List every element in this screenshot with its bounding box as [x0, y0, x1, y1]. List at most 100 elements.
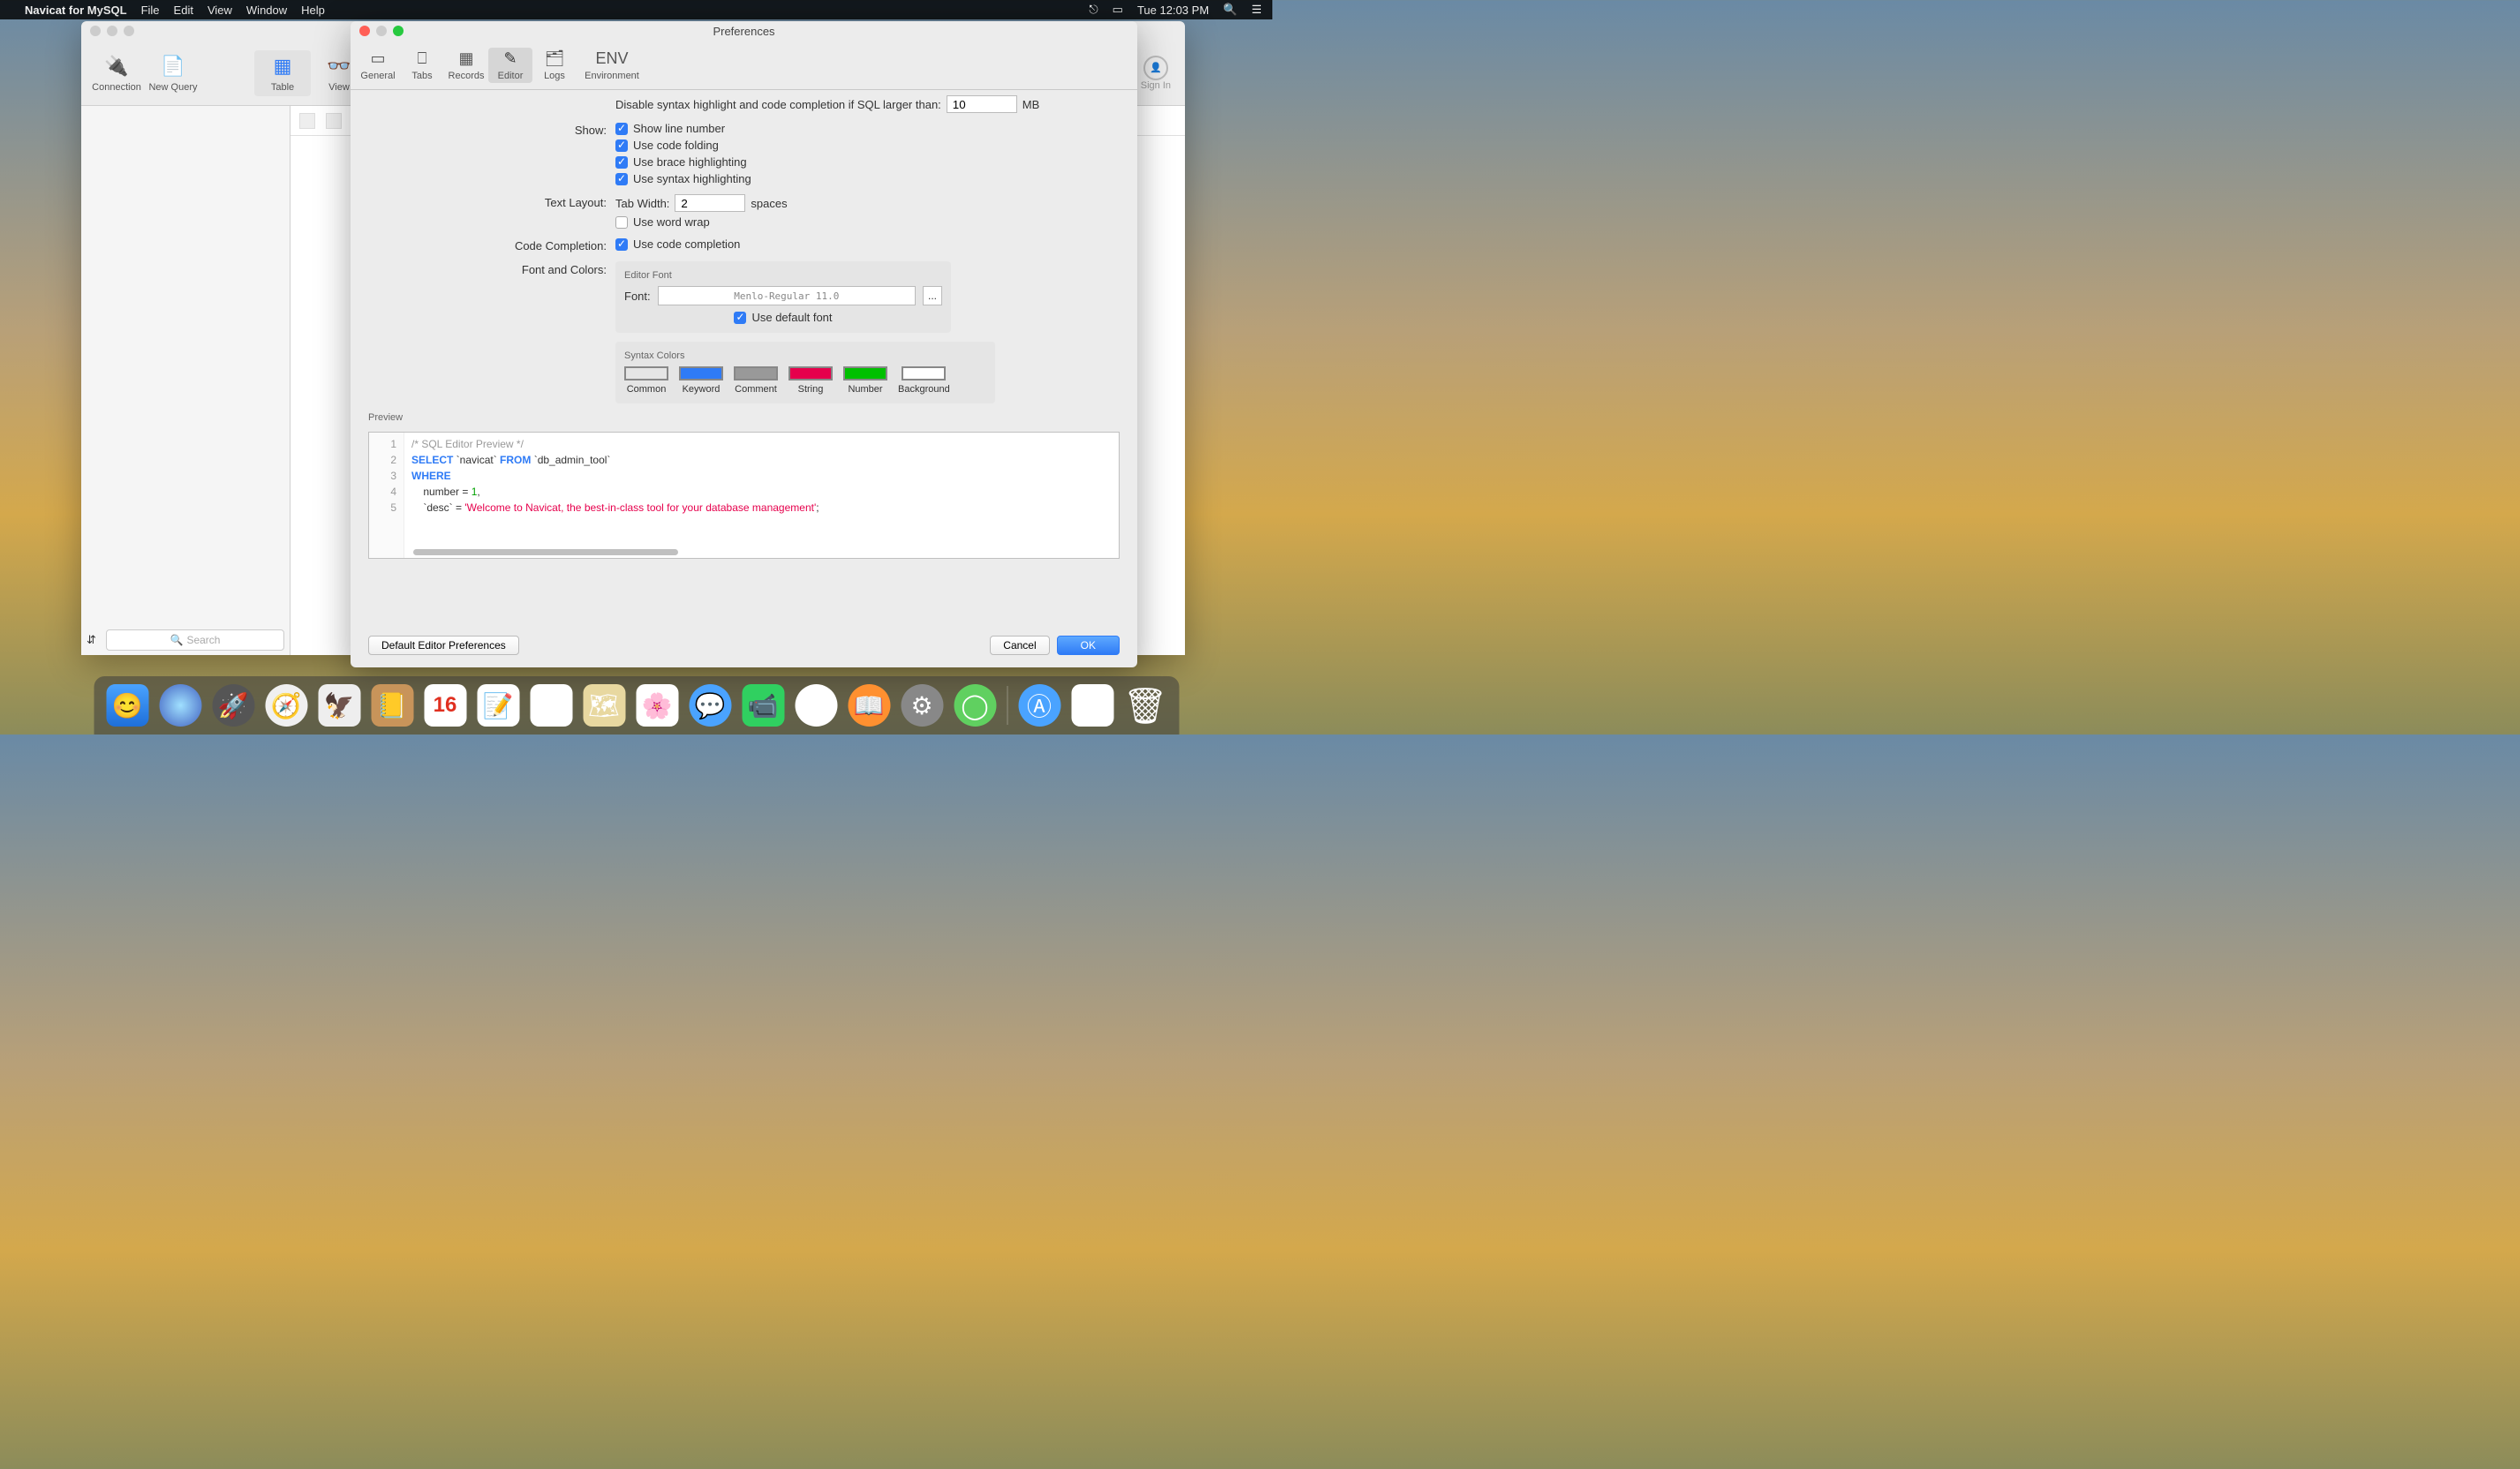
view-label: View [328, 82, 350, 93]
brace-highlight-checkbox[interactable] [615, 156, 628, 169]
checkbox-label: Use code completion [633, 237, 740, 251]
show-line-number-checkbox[interactable] [615, 123, 628, 135]
new-query-button[interactable]: 📄 New Query [145, 54, 201, 93]
font-picker-button[interactable]: ... [923, 286, 942, 305]
dock-finder-icon[interactable]: 😊 [106, 684, 148, 727]
dock-itunes-icon[interactable]: ♫ [795, 684, 837, 727]
clock[interactable]: Tue 12:03 PM [1137, 4, 1209, 17]
dock-launchpad-icon[interactable]: 🚀 [212, 684, 254, 727]
swatch-label: Common [627, 384, 667, 395]
code-folding-checkbox[interactable] [615, 139, 628, 152]
dock-safari-icon[interactable]: 🧭 [265, 684, 307, 727]
table-button[interactable]: ▦ Table [254, 50, 311, 96]
preferences-window: Preferences ▭General ⎕Tabs ▦Records ✎Edi… [351, 21, 1137, 667]
horizontal-scrollbar[interactable] [413, 549, 678, 555]
menu-help[interactable]: Help [301, 4, 325, 17]
pref-titlebar: Preferences [351, 21, 1137, 41]
minimize-icon[interactable] [107, 26, 117, 36]
swatch-label: Number [848, 384, 882, 395]
dock-calendar-icon[interactable]: 16 [424, 684, 466, 727]
dock-siri-icon[interactable] [159, 684, 201, 727]
dock-mail-icon[interactable]: 🦅 [318, 684, 360, 727]
sql-size-input[interactable] [947, 95, 1017, 113]
dock-contacts-icon[interactable]: 📒 [371, 684, 413, 727]
word-wrap-checkbox[interactable] [615, 216, 628, 229]
connection-button[interactable]: 🔌 Connection [88, 54, 145, 93]
zoom-icon[interactable] [393, 26, 404, 36]
dock: 😊 🚀 🧭 🦅 📒 16 📝 ☑ 🗺 🌸 💬 📹 ♫ 📖 ⚙ ◯ Ⓐ 🗑 [94, 676, 1179, 734]
table-label: Table [271, 82, 294, 93]
font-label: Font: [624, 290, 651, 303]
dock-sysprefs-icon[interactable]: ⚙ [901, 684, 943, 727]
tab-general[interactable]: ▭General [356, 48, 400, 83]
status-icon[interactable]: ⎋ [1089, 3, 1098, 17]
background-color-swatch[interactable] [902, 366, 946, 380]
tab-label: Logs [544, 71, 565, 81]
pref-title: Preferences [713, 25, 774, 38]
dock-trash-icon[interactable]: 🗑 [1124, 684, 1166, 727]
spotlight-icon[interactable]: 🔍 [1223, 3, 1237, 17]
cancel-button[interactable]: Cancel [990, 636, 1049, 655]
close-icon[interactable] [359, 26, 370, 36]
dock-reminders-icon[interactable]: ☑ [530, 684, 572, 727]
search-input[interactable]: 🔍 Search [106, 629, 284, 651]
menubar: Navicat for MySQL File Edit View Window … [0, 0, 1272, 19]
font-display: Menlo-Regular 11.0 [658, 286, 916, 305]
env-icon: ENV [600, 49, 623, 69]
connection-label: Connection [92, 82, 141, 93]
disable-label: Disable syntax highlight and code comple… [615, 98, 941, 111]
menu-window[interactable]: Window [246, 4, 287, 17]
swatch-label: Comment [735, 384, 777, 395]
dock-document-icon[interactable] [1071, 684, 1113, 727]
swatch-label: Background [898, 384, 950, 395]
dock-messages-icon[interactable]: 💬 [689, 684, 731, 727]
close-icon[interactable] [90, 26, 101, 36]
dock-navicat-icon[interactable]: ◯ [954, 684, 996, 727]
line-numbers: 12345 [369, 433, 404, 558]
tab-tabs[interactable]: ⎕Tabs [400, 48, 444, 83]
dock-maps-icon[interactable]: 🗺 [583, 684, 625, 727]
string-color-swatch[interactable] [788, 366, 833, 380]
tab-logs[interactable]: 🗂Logs [532, 48, 577, 83]
group-title: Syntax Colors [624, 350, 986, 361]
sign-in-label: Sign In [1141, 80, 1171, 91]
filter-icon[interactable]: ⇵ [87, 633, 101, 647]
list-icon[interactable] [326, 113, 342, 129]
show-label: Show: [368, 122, 615, 137]
syntax-colors-group: Syntax Colors Common Keyword Comment Str… [615, 342, 995, 403]
zoom-icon[interactable] [124, 26, 134, 36]
number-color-swatch[interactable] [843, 366, 887, 380]
editor-font-group: Editor Font Font: Menlo-Regular 11.0 ...… [615, 261, 951, 333]
checkbox-label: Use code folding [633, 139, 719, 152]
tab-records[interactable]: ▦Records [444, 48, 488, 83]
syntax-highlight-checkbox[interactable] [615, 173, 628, 185]
app-name[interactable]: Navicat for MySQL [25, 4, 127, 17]
display-icon[interactable]: ▭ [1113, 3, 1123, 17]
code-completion-checkbox[interactable] [615, 238, 628, 251]
font-colors-label: Font and Colors: [368, 261, 615, 276]
dock-appstore-icon[interactable]: Ⓐ [1018, 684, 1060, 727]
tab-editor[interactable]: ✎Editor [488, 48, 532, 83]
ok-button[interactable]: OK [1057, 636, 1120, 655]
menu-edit[interactable]: Edit [174, 4, 193, 17]
keyword-color-swatch[interactable] [679, 366, 723, 380]
dock-ibooks-icon[interactable]: 📖 [848, 684, 890, 727]
grid-icon[interactable] [299, 113, 315, 129]
minimize-icon[interactable] [376, 26, 387, 36]
sign-in-button[interactable]: 👤 Sign In [1141, 56, 1171, 91]
search-icon: 🔍 [170, 634, 184, 646]
view-icon: 👓 [325, 54, 353, 79]
comment-color-swatch[interactable] [734, 366, 778, 380]
default-font-checkbox[interactable] [734, 312, 746, 324]
dock-photos-icon[interactable]: 🌸 [636, 684, 678, 727]
pref-tabs: ▭General ⎕Tabs ▦Records ✎Editor 🗂Logs EN… [351, 41, 1137, 90]
tab-width-input[interactable] [675, 194, 745, 212]
default-prefs-button[interactable]: Default Editor Preferences [368, 636, 519, 655]
menu-view[interactable]: View [207, 4, 232, 17]
list-icon[interactable]: ☰ [1251, 3, 1262, 17]
common-color-swatch[interactable] [624, 366, 668, 380]
dock-facetime-icon[interactable]: 📹 [742, 684, 784, 727]
tab-environment[interactable]: ENVEnvironment [577, 48, 647, 83]
menu-file[interactable]: File [141, 4, 160, 17]
dock-notes-icon[interactable]: 📝 [477, 684, 519, 727]
